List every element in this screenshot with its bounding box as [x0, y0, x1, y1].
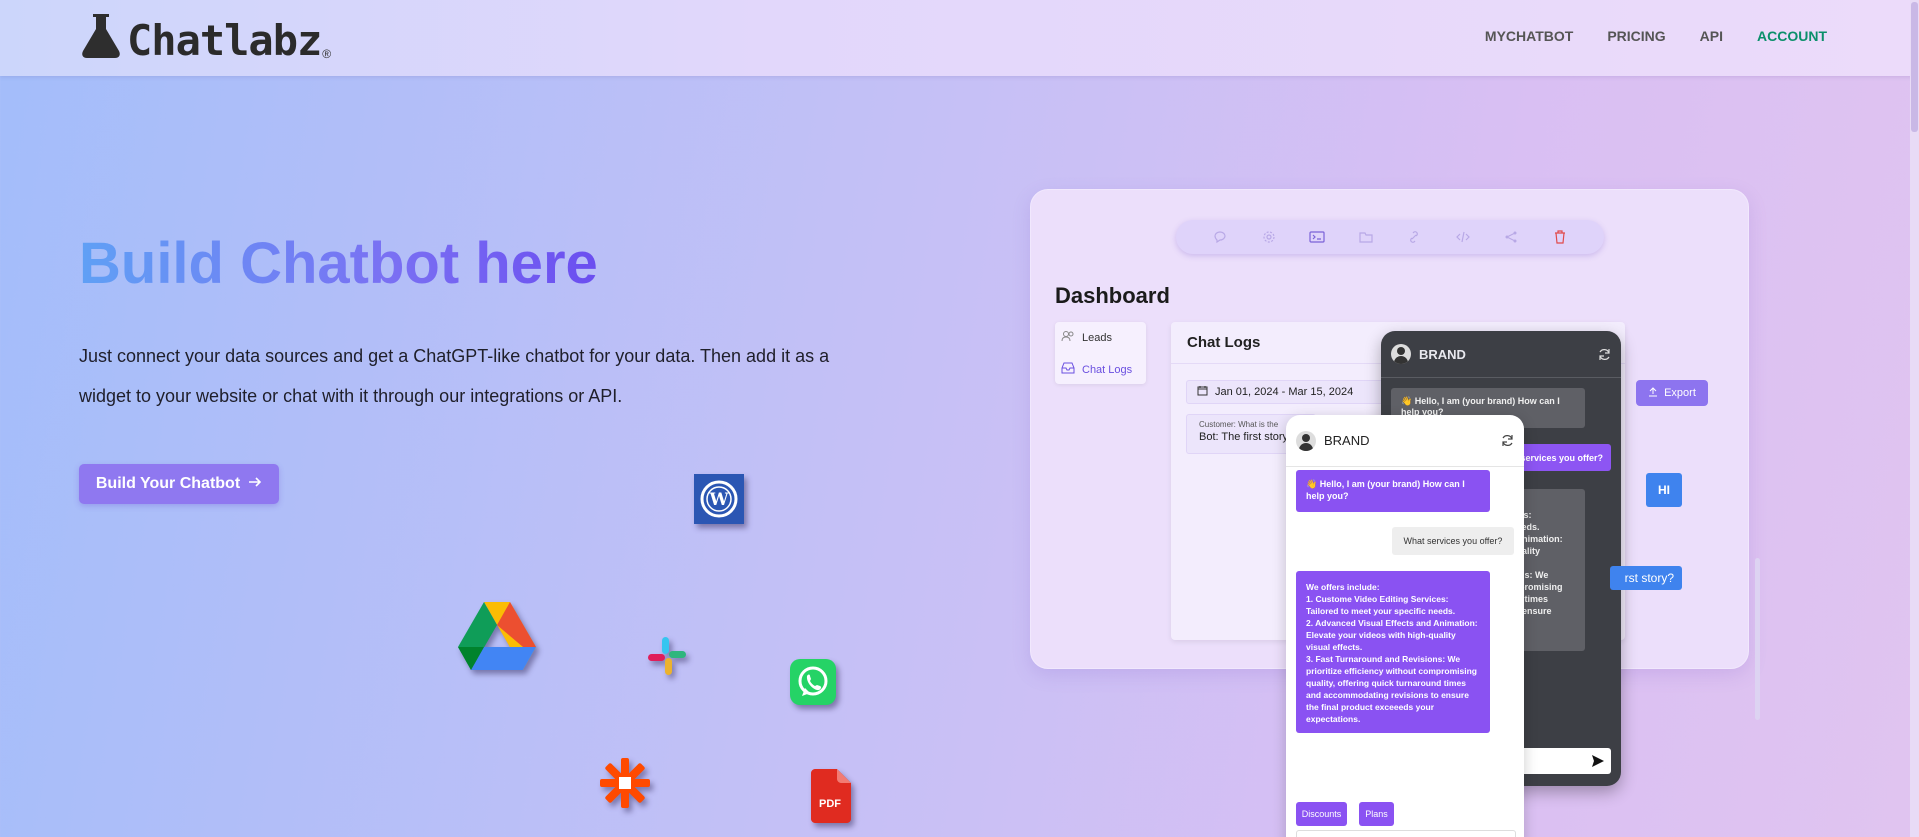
reply-line: and accommodating revisions to ensure: [1306, 690, 1469, 700]
users-icon: [1061, 330, 1075, 345]
top-header: Chatlabz ® MYCHATBOT PRICING API ACCOUNT: [0, 0, 1919, 76]
arrow-right-icon: [248, 475, 262, 494]
main-nav: MYCHATBOT PRICING API ACCOUNT: [1485, 28, 1827, 44]
refresh-icon[interactable]: [1598, 348, 1611, 364]
brand-name: BRAND: [1324, 433, 1370, 448]
build-chatbot-button[interactable]: Build Your Chatbot: [79, 464, 279, 504]
reply-line: Elevate your videos with high-quality: [1306, 630, 1456, 640]
delete-icon[interactable]: [1552, 229, 1568, 245]
google-drive-icon: [458, 602, 536, 677]
reply-line: quality, offering quick turnaround times: [1306, 678, 1466, 688]
dashboard-title: Dashboard: [1055, 283, 1170, 308]
share-icon[interactable]: [1503, 229, 1519, 245]
nav-api[interactable]: API: [1700, 28, 1723, 44]
inbox-icon: [1061, 362, 1075, 377]
registered-mark: ®: [322, 47, 332, 61]
send-icon[interactable]: [1591, 754, 1605, 773]
logo-text: Chatlabz: [127, 16, 322, 65]
date-range-text: Jan 01, 2024 - Mar 15, 2024: [1215, 386, 1354, 398]
whatsapp-icon: [790, 659, 836, 710]
date-range-picker[interactable]: Jan 01, 2024 - Mar 15, 2024: [1186, 380, 1386, 404]
reply-line: Tailored to meet your specific needs.: [1306, 606, 1456, 616]
logs-scrollbar[interactable]: [1755, 558, 1760, 720]
wordpress-icon: W: [694, 474, 744, 529]
first-story-bubble: rst story?: [1610, 566, 1682, 590]
reply-line: 2. Advanced Visual Effects and Animation…: [1306, 618, 1478, 628]
reply-line: the final product exceeeds your: [1306, 702, 1435, 712]
export-label: Export: [1664, 387, 1696, 399]
avatar: [1391, 344, 1411, 364]
dark-widget-header: BRAND: [1381, 331, 1621, 378]
hi-message-bubble: HI: [1646, 473, 1682, 507]
pdf-label: PDF: [819, 798, 841, 810]
terminal-icon[interactable]: [1309, 229, 1325, 245]
export-button[interactable]: Export: [1636, 380, 1708, 406]
reply-line: expectations.: [1306, 714, 1361, 724]
pdf-icon: PDF: [811, 769, 851, 828]
calendar-icon: [1197, 385, 1208, 399]
dashboard-sidebar: Leads Chat Logs: [1055, 322, 1146, 384]
refresh-icon[interactable]: [1501, 434, 1514, 450]
dashboard-toolbar: [1176, 220, 1604, 254]
message-input[interactable]: [1296, 830, 1516, 837]
folder-icon[interactable]: [1358, 229, 1374, 245]
greeting-bubble: 👋 Hello, I am (your brand) How can I hel…: [1296, 470, 1490, 512]
cta-label: Build Your Chatbot: [95, 475, 241, 492]
hero-title: Build Chatbot here: [79, 231, 598, 296]
flask-logo-icon: [79, 12, 123, 63]
chat-icon[interactable]: [1212, 229, 1228, 245]
upload-icon: [1648, 386, 1658, 400]
sidebar-item-label: Leads: [1082, 331, 1112, 344]
logo[interactable]: Chatlabz ®: [79, 12, 331, 63]
chip-discounts[interactable]: Discounts: [1296, 802, 1347, 826]
chip-plans[interactable]: Plans: [1359, 802, 1394, 826]
avatar: [1296, 430, 1316, 451]
link-icon[interactable]: [1406, 229, 1422, 245]
sidebar-item-chat-logs[interactable]: Chat Logs: [1061, 362, 1132, 377]
light-chat-widget: BRAND 👋 Hello, I am (your brand) How can…: [1286, 415, 1524, 837]
brand-name: BRAND: [1419, 346, 1466, 362]
light-widget-header: BRAND: [1286, 415, 1524, 467]
user-bubble: What services you offer?: [1392, 527, 1514, 555]
slack-icon: [645, 634, 689, 683]
nav-mychatbot[interactable]: MYCHATBOT: [1485, 28, 1573, 44]
settings-icon[interactable]: [1261, 229, 1277, 245]
hero-description: Just connect your data sources and get a…: [79, 346, 830, 406]
sidebar-item-leads[interactable]: Leads: [1061, 330, 1112, 345]
code-icon[interactable]: [1455, 229, 1471, 245]
reply-line: 3. Fast Turnaround and Revisions: We: [1306, 654, 1461, 664]
reply-line: 1. Custome Video Editing Services:: [1306, 594, 1449, 604]
bot-reply-bubble: We offers include: 1. Custome Video Edit…: [1296, 571, 1490, 733]
reply-line: We offers include:: [1306, 582, 1380, 592]
sidebar-item-label: Chat Logs: [1082, 363, 1133, 376]
scrollbar-thumb[interactable]: [1911, 2, 1918, 132]
nav-account[interactable]: ACCOUNT: [1757, 28, 1827, 44]
reply-line: visual effects.: [1306, 642, 1363, 652]
reply-line: prioritize efficiency without compromisi…: [1306, 666, 1477, 676]
zapier-icon: [598, 756, 652, 815]
nav-pricing[interactable]: PRICING: [1607, 28, 1665, 44]
page-scrollbar[interactable]: [1910, 0, 1919, 837]
svg-text:W: W: [708, 490, 729, 510]
